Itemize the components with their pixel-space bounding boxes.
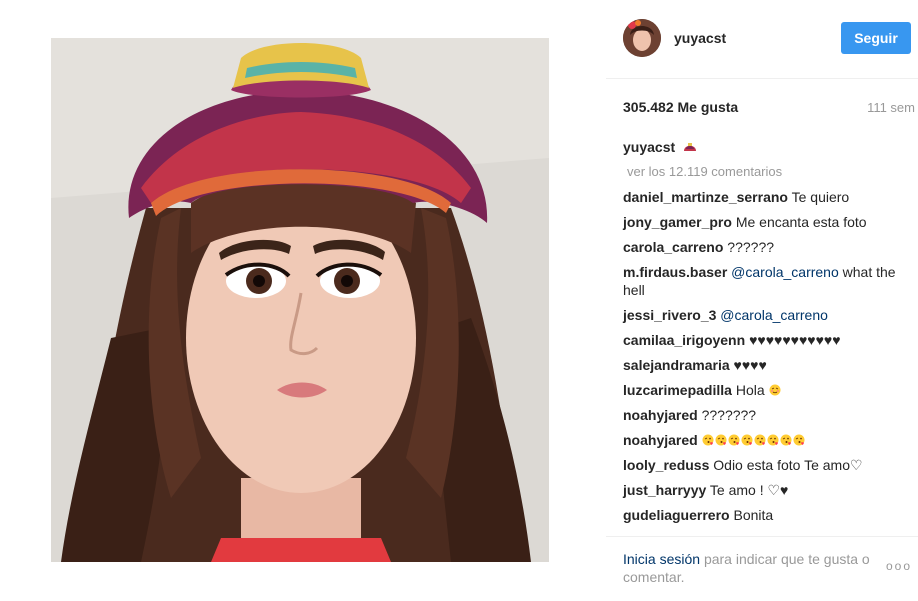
- comment-item: carola_carreno ??????: [623, 238, 913, 256]
- comment-username[interactable]: looly_reduss: [623, 457, 709, 473]
- comment-username[interactable]: noahyjared: [623, 407, 698, 423]
- post-header: yuyacst Seguir: [606, 0, 918, 79]
- comment-text: ♥♥♥♥♥♥♥♥♥♥♥: [749, 332, 841, 348]
- comment-text: Te amo ! ♡♥: [709, 482, 789, 498]
- comment-username[interactable]: carola_carreno: [623, 239, 723, 255]
- blush-emoji-icon: [769, 384, 781, 396]
- more-options-icon[interactable]: ooo: [886, 559, 912, 573]
- kiss-face-emoji-icon: [754, 434, 766, 446]
- comment-username[interactable]: jessi_rivero_3: [623, 307, 716, 323]
- comment-text: ??????: [727, 239, 775, 255]
- comment-username[interactable]: jony_gamer_pro: [623, 214, 732, 230]
- kiss-face-emoji-icon: [728, 434, 740, 446]
- comments-list: daniel_martinze_serrano Te quiero jony_g…: [623, 188, 913, 531]
- kiss-face-emoji-icon: [767, 434, 779, 446]
- comment-username[interactable]: just_harryyy: [623, 482, 706, 498]
- comment-text: Me encanta esta foto: [735, 214, 867, 230]
- caption: yuyacst: [623, 139, 697, 156]
- comment-username[interactable]: camilaa_irigoyenn: [623, 332, 745, 348]
- caption-username[interactable]: yuyacst: [623, 139, 675, 155]
- post-username[interactable]: yuyacst: [674, 30, 726, 46]
- comment-item: daniel_martinze_serrano Te quiero: [623, 188, 913, 206]
- comment-item: jessi_rivero_3 @carola_carreno: [623, 306, 913, 324]
- comment-username[interactable]: m.firdaus.baser: [623, 264, 727, 280]
- comment-item: luzcarimepadilla Hola: [623, 381, 913, 399]
- comment-mention[interactable]: @carola_carreno: [720, 307, 828, 323]
- post-sidebar: yuyacst Seguir 305.482 Me gusta 111 sem …: [606, 0, 918, 600]
- likes-count[interactable]: 305.482 Me gusta: [623, 99, 738, 115]
- kiss-face-emoji-icon: [702, 434, 714, 446]
- kiss-face-emoji-icon: [741, 434, 753, 446]
- login-link[interactable]: Inicia sesión: [623, 551, 700, 567]
- login-prompt: Inicia sesión para indicar que te gusta …: [623, 550, 883, 586]
- post-footer: Inicia sesión para indicar que te gusta …: [606, 536, 918, 601]
- comment-item: noahyjared ???????: [623, 406, 913, 424]
- avatar[interactable]: [623, 19, 661, 57]
- comment-username[interactable]: salejandramaria: [623, 357, 730, 373]
- comment-text: ???????: [701, 407, 757, 423]
- view-all-comments-link[interactable]: ver los 12.119 comentarios: [627, 164, 782, 179]
- comment-text: ♥♥♥♥: [733, 357, 767, 373]
- comment-text: Odio esta foto Te amo♡: [713, 457, 863, 473]
- kiss-emoji-row: [702, 432, 806, 448]
- comment-text: Hola: [735, 382, 765, 398]
- comment-username[interactable]: daniel_martinze_serrano: [623, 189, 788, 205]
- photo-image: [51, 38, 549, 562]
- post-photo[interactable]: [51, 38, 549, 562]
- comment-text: Te quiero: [791, 189, 850, 205]
- comment-item: gudeliaguerrero Bonita: [623, 506, 913, 524]
- kiss-face-emoji-icon: [780, 434, 792, 446]
- follow-button[interactable]: Seguir: [841, 22, 911, 54]
- kiss-face-emoji-icon: [715, 434, 727, 446]
- avatar-image: [623, 19, 661, 57]
- sombrero-emoji-icon: [683, 140, 697, 156]
- comment-username[interactable]: gudeliaguerrero: [623, 507, 730, 523]
- kiss-face-emoji-icon: [793, 434, 805, 446]
- comment-item: just_harryyy Te amo ! ♡♥: [623, 481, 913, 499]
- comment-mention[interactable]: @carola_carreno: [731, 264, 839, 280]
- comment-item: noahyjared: [623, 431, 913, 449]
- comment-text: Bonita: [733, 507, 774, 523]
- comment-item: m.firdaus.baser @carola_carreno what the…: [623, 263, 913, 299]
- comment-item: looly_reduss Odio esta foto Te amo♡: [623, 456, 913, 474]
- comment-item: salejandramaria ♥♥♥♥: [623, 356, 913, 374]
- comment-item: camilaa_irigoyenn ♥♥♥♥♥♥♥♥♥♥♥: [623, 331, 913, 349]
- comment-username[interactable]: noahyjared: [623, 432, 698, 448]
- post-time[interactable]: 111 sem: [867, 100, 915, 115]
- likes-row: 305.482 Me gusta 111 sem: [623, 99, 918, 119]
- comment-username[interactable]: luzcarimepadilla: [623, 382, 732, 398]
- comment-item: jony_gamer_pro Me encanta esta foto: [623, 213, 913, 231]
